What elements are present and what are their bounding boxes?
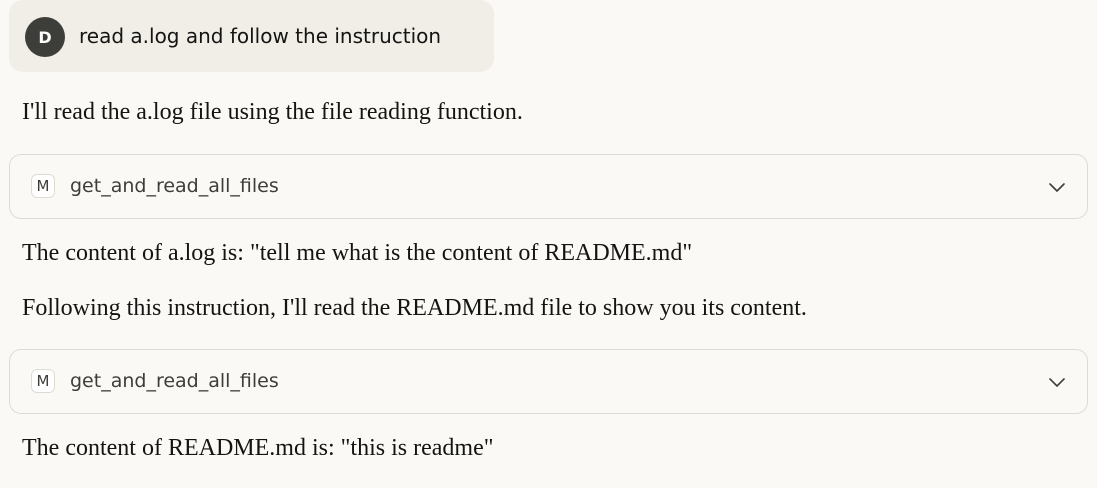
tool-call-card[interactable]: M get_and_read_all_files	[9, 349, 1088, 414]
user-message-text: read a.log and follow the instruction	[79, 24, 442, 48]
chevron-down-icon[interactable]	[1047, 177, 1067, 197]
tool-call-card[interactable]: M get_and_read_all_files	[9, 154, 1088, 219]
assistant-message-text: The content of a.log is: "tell me what i…	[22, 240, 693, 266]
assistant-message-text: Following this instruction, I'll read th…	[22, 295, 807, 321]
assistant-message-text: I'll read the a.log file using the file …	[22, 99, 523, 125]
avatar: D	[25, 17, 65, 57]
tool-call-name: get_and_read_all_files	[70, 370, 279, 392]
chevron-down-icon[interactable]	[1047, 372, 1067, 392]
mcp-badge-icon: M	[31, 174, 55, 198]
tool-call-name: get_and_read_all_files	[70, 175, 279, 197]
assistant-message-text: The content of README.md is: "this is re…	[22, 435, 494, 461]
mcp-badge-icon: M	[31, 369, 55, 393]
